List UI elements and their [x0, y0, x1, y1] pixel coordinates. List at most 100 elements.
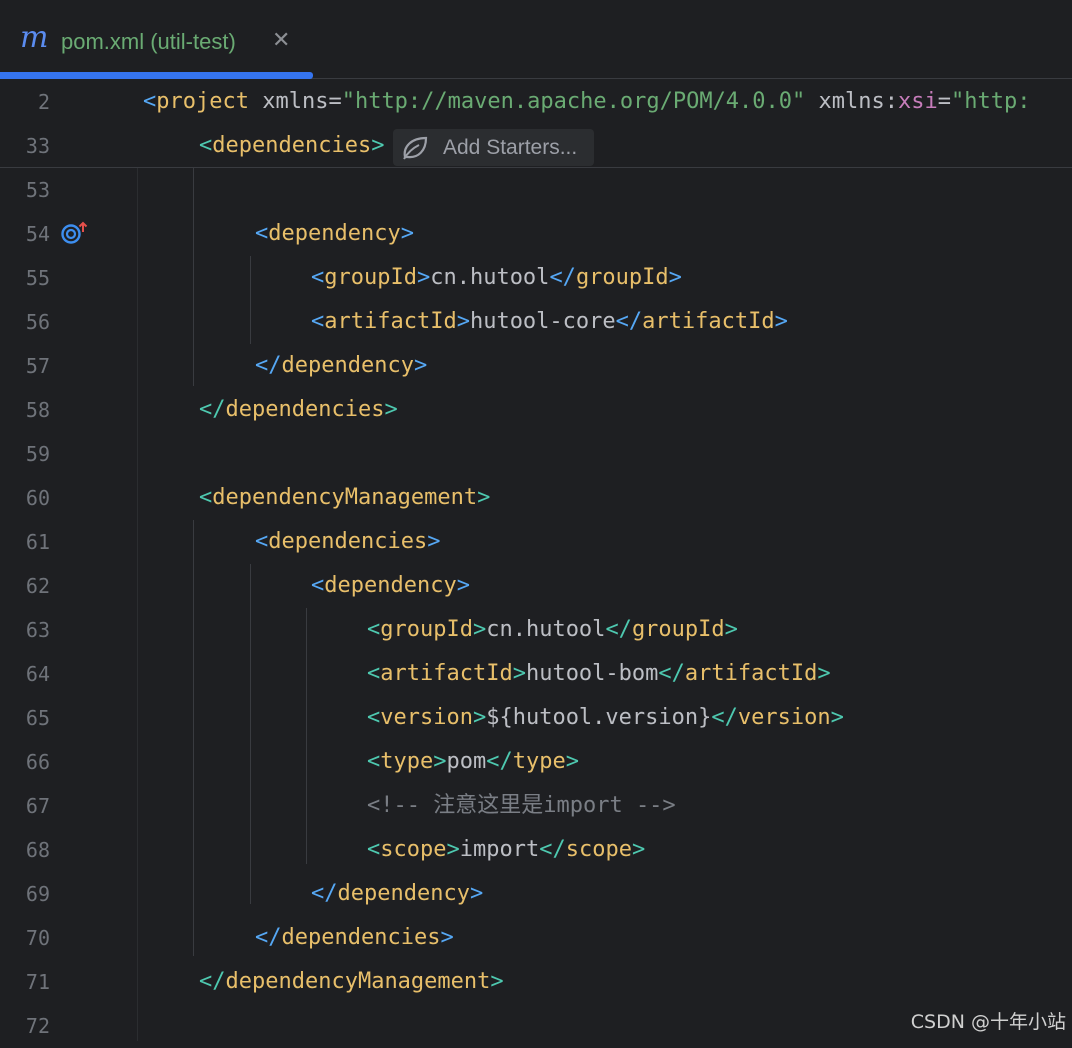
code-line[interactable]: 63 <groupId>cn.hutool</groupId>	[0, 608, 1072, 652]
code-line[interactable]: 62 <dependency>	[0, 564, 1072, 608]
token: xmlns	[248, 89, 329, 114]
indent-guide	[250, 564, 251, 904]
indent-guide	[193, 168, 194, 386]
token: =	[937, 89, 952, 114]
line-number: 62	[25, 574, 50, 598]
token: >	[477, 485, 491, 510]
token: >	[668, 265, 682, 290]
code-line[interactable]: 2 <project xmlns="http://maven.apache.org…	[0, 80, 1072, 124]
token: >	[416, 265, 431, 290]
token: <	[199, 485, 213, 510]
code-line[interactable]: 60 <dependencyManagement>	[0, 476, 1072, 520]
token: >	[456, 573, 470, 598]
code-line[interactable]: 54 <dependency>	[0, 212, 1072, 256]
token: type	[380, 749, 434, 774]
token: >	[830, 705, 844, 730]
code-text: <!-- 注意这里是import -->	[367, 784, 676, 828]
token: version	[380, 705, 473, 730]
tab-pom-xml[interactable]: m pom.xml (util-test) ✕	[0, 0, 313, 79]
token: >	[446, 837, 460, 862]
line-number: 63	[25, 618, 50, 642]
token: >	[631, 837, 646, 862]
token: scope	[380, 837, 447, 862]
token: <	[199, 133, 213, 158]
override-gutter-icon[interactable]	[60, 221, 90, 245]
code-text: <dependency>	[311, 564, 470, 608]
token: groupId	[575, 265, 669, 290]
editor-tab-bar: m pom.xml (util-test) ✕	[0, 0, 1072, 79]
token: artifactId	[684, 661, 818, 686]
token: dependencies	[225, 397, 385, 422]
line-number: 61	[25, 530, 50, 554]
code-text: </dependency>	[255, 344, 427, 388]
token: <	[367, 661, 381, 686]
token: <	[367, 617, 381, 642]
code-line[interactable]: 67 <!-- 注意这里是import -->	[0, 784, 1072, 828]
close-icon[interactable]: ✕	[272, 27, 290, 55]
code-line[interactable]: 57 </dependency>	[0, 344, 1072, 388]
code-line[interactable]: 71 </dependencyManagement>	[0, 960, 1072, 1004]
code-text: </dependencyManagement>	[199, 960, 504, 1004]
token: artifactId	[642, 309, 775, 334]
tab-label: pom.xml (util-test)	[61, 29, 236, 54]
token: >	[565, 749, 579, 774]
token: xmlns	[805, 89, 885, 114]
token: dependency	[324, 573, 457, 598]
token: <	[143, 89, 157, 114]
token: </	[615, 309, 643, 334]
code-line[interactable]: 65 <version>${hutool.version}</version>	[0, 696, 1072, 740]
token: "http://maven.apache.org/POM/4.0.0"	[341, 89, 806, 114]
line-number: 54	[25, 222, 50, 246]
token: >	[384, 397, 398, 422]
code-line[interactable]: 58 </dependencies>	[0, 388, 1072, 432]
code-text: <type>pom</type>	[367, 740, 579, 784]
token: >	[371, 133, 385, 158]
token: groupId	[380, 617, 473, 642]
token: hutool-bom	[525, 661, 659, 686]
token: </	[486, 749, 513, 774]
code-line[interactable]: 69 </dependency>	[0, 872, 1072, 916]
token: dependency	[268, 221, 401, 246]
code-line[interactable]: 61 <dependencies>	[0, 520, 1072, 564]
code-text: <artifactId>hutool-core</artifactId>	[311, 300, 788, 344]
code-line[interactable]: 66 <type>pom</type>	[0, 740, 1072, 784]
code-line[interactable]: 55 <groupId>cn.hutool</groupId>	[0, 256, 1072, 300]
code-text: <dependencyManagement>	[199, 476, 490, 520]
line-number: 2	[37, 90, 50, 114]
token: pom	[446, 749, 487, 774]
code-text: <dependencies>	[255, 520, 440, 564]
token: <	[367, 705, 381, 730]
code-text: <groupId>cn.hutool</groupId>	[367, 608, 738, 652]
token: >	[472, 705, 487, 730]
token: <	[311, 573, 325, 598]
indent-guide	[306, 608, 307, 864]
code-line[interactable]: 59	[0, 432, 1072, 476]
token: </	[605, 617, 632, 642]
token: artifactId	[324, 309, 457, 334]
line-number: 68	[25, 838, 50, 862]
code-line[interactable]: 68 <scope>import</scope>	[0, 828, 1072, 872]
token: hutool-core	[469, 309, 616, 334]
token: >	[724, 617, 738, 642]
code-line[interactable]: 70 </dependencies>	[0, 916, 1072, 960]
add-starters-button[interactable]: Add Starters...	[393, 129, 594, 166]
token: <	[311, 265, 325, 290]
token: >	[817, 661, 831, 686]
token: version	[737, 705, 831, 730]
token: :	[884, 89, 899, 114]
spring-leaf-icon	[403, 136, 428, 160]
line-number: 56	[25, 310, 50, 334]
code-text: <groupId>cn.hutool</groupId>	[311, 256, 682, 300]
code-text: <dependency>	[255, 212, 414, 256]
indent-guide	[193, 520, 194, 956]
add-starters-label: Add Starters...	[443, 136, 578, 159]
token: >	[774, 309, 788, 334]
code-line[interactable]: 53	[0, 168, 1072, 212]
token: </	[658, 661, 685, 686]
code-line[interactable]: 64 <artifactId>hutool-bom</artifactId>	[0, 652, 1072, 696]
active-tab-indicator	[0, 72, 313, 79]
code-line[interactable]: 56 <artifactId>hutool-core</artifactId>	[0, 300, 1072, 344]
token: artifactId	[380, 661, 513, 686]
token: ${hutool.version}	[486, 705, 712, 730]
code-text: </dependencies>	[255, 916, 454, 960]
